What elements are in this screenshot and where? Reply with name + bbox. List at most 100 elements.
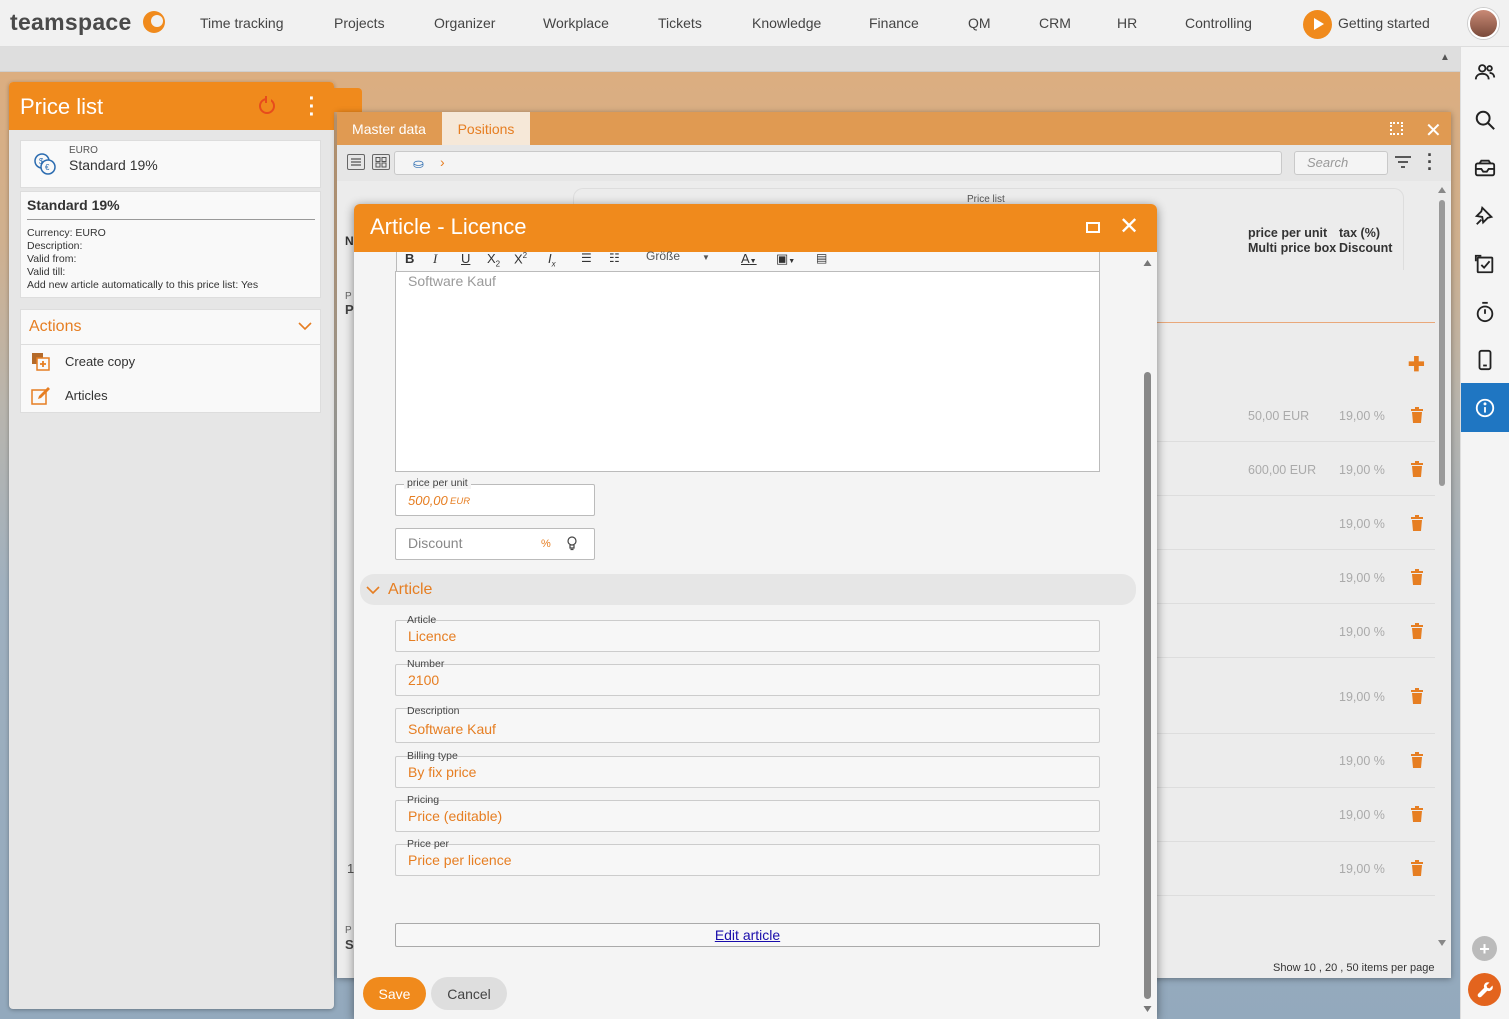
delete-icon[interactable] (1411, 806, 1423, 822)
underline-icon[interactable]: U (461, 251, 470, 266)
restore-window-icon[interactable] (1086, 222, 1100, 233)
nav-time-tracking[interactable]: Time tracking (200, 15, 284, 31)
cancel-button[interactable]: Cancel (431, 977, 507, 1010)
article-section-header[interactable] (360, 574, 1136, 605)
column-header-tax-label: tax (%) (1339, 226, 1380, 240)
power-icon[interactable] (259, 96, 275, 114)
bold-icon[interactable]: B (405, 251, 414, 266)
plus-circle-icon[interactable]: + (1472, 936, 1497, 961)
italic-icon[interactable]: I (433, 251, 437, 267)
detail-description: Description: (27, 240, 83, 252)
teamspace-logo[interactable]: teamspace (10, 9, 132, 36)
row-tax: 19,00 % (1339, 625, 1385, 639)
pin-icon[interactable] (1473, 204, 1497, 228)
save-button[interactable]: Save (363, 977, 426, 1010)
nav-organizer[interactable]: Organizer (434, 15, 495, 31)
nav-qm[interactable]: QM (968, 15, 991, 31)
delete-icon[interactable] (1411, 569, 1423, 585)
table-row[interactable] (1150, 496, 1435, 550)
action-articles[interactable]: Articles (65, 388, 108, 403)
background-color-icon[interactable]: ▣▼ (776, 251, 795, 267)
more-vertical-icon[interactable]: · · · (1426, 146, 1434, 178)
number-field[interactable] (395, 664, 1100, 696)
info-icon[interactable] (1473, 396, 1497, 420)
maximize-icon[interactable] (1390, 122, 1403, 135)
discount-unit: % (541, 538, 551, 550)
delete-icon[interactable] (1411, 752, 1423, 768)
nav-hr[interactable]: HR (1117, 15, 1137, 31)
chevron-down-icon[interactable] (298, 319, 312, 333)
delete-icon[interactable] (1411, 623, 1423, 639)
stopwatch-icon[interactable] (1473, 300, 1497, 324)
tab-master-data[interactable]: Master data (337, 112, 441, 145)
column-header-discount: Discount (1339, 241, 1393, 255)
action-create-copy[interactable]: Create copy (65, 354, 135, 369)
tab-positions[interactable]: Positions (442, 112, 530, 145)
text-color-icon[interactable]: A▼ (741, 251, 757, 266)
clear-format-icon[interactable]: Ix (548, 251, 556, 269)
delete-icon[interactable] (1411, 515, 1423, 531)
table-row[interactable] (1150, 788, 1435, 842)
nav-knowledge[interactable]: Knowledge (752, 15, 821, 31)
description-field[interactable] (395, 708, 1100, 743)
close-icon[interactable]: ✕ (1425, 118, 1442, 143)
search-input[interactable]: Search (1294, 151, 1388, 175)
table-row[interactable] (1150, 734, 1435, 788)
avatar[interactable] (1468, 8, 1499, 39)
description-editor[interactable] (395, 271, 1100, 472)
lightbulb-icon[interactable] (567, 536, 577, 551)
more-vertical-icon[interactable]: · · · (305, 89, 319, 125)
field-value: 2100 (408, 672, 440, 688)
close-icon[interactable]: ✕ (1119, 212, 1139, 241)
nav-workplace[interactable]: Workplace (543, 15, 609, 31)
nav-crm[interactable]: CRM (1039, 15, 1071, 31)
nav-controlling[interactable]: Controlling (1185, 15, 1252, 31)
source-icon[interactable]: ▤ (816, 251, 827, 265)
nav-finance[interactable]: Finance (869, 15, 919, 31)
scrollbar-thumb[interactable] (1144, 372, 1151, 999)
getting-started-link[interactable]: Getting started (1338, 15, 1430, 31)
billing-type-field[interactable] (395, 756, 1100, 788)
play-icon[interactable] (1303, 10, 1332, 39)
grid-view-icon[interactable] (372, 154, 390, 170)
column-header-tax: tax (%) Discount (1339, 226, 1392, 256)
nav-tickets[interactable]: Tickets (658, 15, 702, 31)
inbox-icon[interactable] (1473, 156, 1497, 180)
font-size-select[interactable]: Größe ▼ (646, 249, 710, 263)
add-position-icon[interactable]: ✚ (1408, 352, 1425, 377)
delete-icon[interactable] (1411, 461, 1423, 477)
table-row[interactable] (1150, 658, 1435, 734)
superscript-icon[interactable]: X2 (514, 251, 527, 266)
table-row[interactable] (1150, 604, 1435, 658)
stacked-window-tab[interactable] (334, 88, 362, 112)
price-list-card[interactable] (20, 140, 321, 188)
pagination-size[interactable]: Show 10 , 20 , 50 items per page (1273, 962, 1434, 974)
chevron-down-icon[interactable] (366, 584, 380, 596)
price-list-name: Standard 19% (69, 157, 158, 173)
search-icon[interactable] (1473, 108, 1497, 132)
article-field[interactable] (395, 620, 1100, 652)
row-tax: 19,00 % (1339, 409, 1385, 423)
wrench-icon[interactable] (1468, 973, 1501, 1006)
actions-title[interactable]: Actions (29, 318, 81, 336)
people-icon[interactable] (1473, 60, 1497, 84)
field-label: Description (407, 705, 460, 717)
subscript-icon[interactable]: X2 (487, 251, 500, 269)
mobile-icon[interactable] (1473, 348, 1497, 372)
filter-icon[interactable] (1394, 155, 1412, 171)
bullet-list-icon[interactable]: ☷ (609, 251, 620, 265)
table-row[interactable] (1150, 550, 1435, 604)
numbered-list-icon[interactable]: ☰ (581, 251, 592, 265)
scrollbar[interactable] (1437, 185, 1447, 950)
delete-icon[interactable] (1411, 407, 1423, 423)
list-view-icon[interactable] (347, 154, 365, 170)
task-check-icon[interactable] (1473, 252, 1497, 276)
breadcrumb[interactable] (394, 151, 1282, 175)
collapse-up-icon[interactable]: ▲ (1440, 52, 1450, 63)
edit-article-link[interactable]: Edit article (395, 923, 1100, 947)
delete-icon[interactable] (1411, 860, 1423, 876)
table-row[interactable] (1150, 842, 1435, 896)
delete-icon[interactable] (1411, 688, 1423, 704)
detail-currency: Currency: EURO (27, 227, 106, 239)
nav-projects[interactable]: Projects (334, 15, 385, 31)
